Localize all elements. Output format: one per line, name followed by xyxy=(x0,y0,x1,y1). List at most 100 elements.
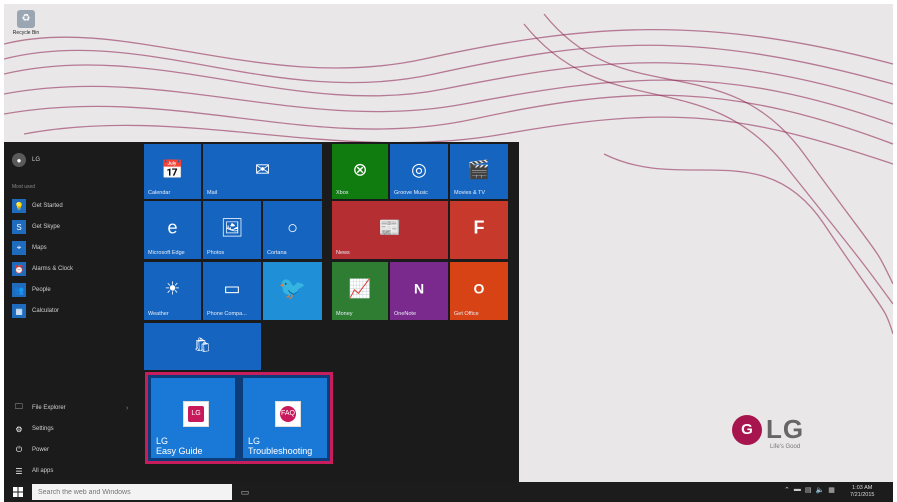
store-bag-icon: 🛍 xyxy=(193,336,212,353)
start-item-label: Get Started xyxy=(32,203,63,209)
lg-logo-text: LG xyxy=(766,414,805,444)
lg-troubleshooting-icon: FAQ xyxy=(275,401,301,427)
tile-label-line1: LG xyxy=(248,436,261,446)
lg-tiles-highlight: LG LG Easy Guide FAQ LG Troubleshooting xyxy=(145,372,333,464)
start-left-column: ● LG Most used 💡 Get Started S Get Skype… xyxy=(4,142,142,482)
start-item-get-skype[interactable]: S Get Skype xyxy=(12,219,60,235)
volume-icon[interactable]: 🔈 xyxy=(816,486,825,494)
start-item-label: Calculator xyxy=(32,308,60,314)
start-item-all-apps[interactable]: ☰ All apps xyxy=(12,463,53,479)
tile-xbox[interactable]: ⊗ Xbox xyxy=(332,144,388,199)
tile-cortana[interactable]: ○ Cortana xyxy=(263,201,322,259)
tile-twitter[interactable]: 🐦 xyxy=(263,262,322,320)
user-account[interactable]: ● LG xyxy=(12,152,40,168)
tile-get-office[interactable]: O Get Office xyxy=(450,262,508,320)
taskbar: ▭ ⌃ ▬ ▤ 🔈 ▦ 1:03 AM 7/21/2015 xyxy=(4,482,893,502)
lg-logo-mark-icon: G xyxy=(732,414,762,445)
battery-icon[interactable]: ▬ xyxy=(794,486,801,494)
tile-calendar[interactable]: 📅 Calendar xyxy=(144,144,201,199)
network-icon[interactable]: ▤ xyxy=(805,486,812,494)
clapperboard-icon: 🎬 xyxy=(467,159,491,180)
start-item-get-started[interactable]: 💡 Get Started xyxy=(12,198,63,214)
tile-label: Xbox xyxy=(336,190,349,196)
tile-label: News xyxy=(336,250,350,256)
lg-easy-guide-icon: LG xyxy=(183,401,209,427)
keyboard-icon[interactable]: ▦ xyxy=(828,486,835,494)
skype-icon: S xyxy=(12,220,26,234)
tile-mail[interactable]: ✉ Mail xyxy=(203,144,322,199)
tile-label-line2: Troubleshooting xyxy=(248,446,313,456)
tile-label: Cortana xyxy=(267,250,287,256)
start-item-label: Power xyxy=(32,447,50,453)
desktop-screen: ♻ Recycle Bin ● LG Most used 💡 Get Start… xyxy=(4,4,893,502)
lg-logo: G LG xyxy=(732,414,804,445)
weather-sun-icon: ☀ xyxy=(164,278,181,299)
start-item-label: File Explorer xyxy=(32,405,66,411)
tile-label-line1: LG xyxy=(156,436,169,446)
most-used-heading: Most used xyxy=(12,184,36,190)
tile-label: Microsoft Edge xyxy=(148,250,185,256)
tile-weather[interactable]: ☀ Weather xyxy=(144,262,201,320)
recycle-bin[interactable]: ♻ Recycle Bin xyxy=(8,10,44,36)
money-chart-icon: 📈 xyxy=(348,278,372,299)
cortana-icon: ○ xyxy=(287,217,298,238)
clock-time: 1:03 AM xyxy=(852,485,873,491)
tile-label: LG Easy Guide xyxy=(156,436,203,456)
tile-store[interactable]: 🛍 xyxy=(144,323,261,370)
tile-label: Phone Compa... xyxy=(207,311,247,317)
recycle-bin-label: Recycle Bin xyxy=(12,30,40,36)
start-item-label: All apps xyxy=(32,468,54,474)
alarm-icon: ⏰ xyxy=(12,262,26,276)
tile-movies-tv[interactable]: 🎬 Movies & TV xyxy=(450,144,508,199)
task-view-icon[interactable]: ▭ xyxy=(238,485,252,499)
start-item-alarms[interactable]: ⏰ Alarms & Clock xyxy=(12,261,73,277)
chevron-up-icon[interactable]: ⌃ xyxy=(784,486,790,494)
tile-label: Groove Music xyxy=(394,190,428,196)
tile-onenote[interactable]: N OneNote xyxy=(390,262,448,320)
photos-icon: 🖼 xyxy=(220,217,244,238)
clock-date: 7/21/2015 xyxy=(850,492,875,498)
start-item-people[interactable]: 👥 People xyxy=(12,282,51,298)
start-item-label: People xyxy=(32,287,51,293)
start-item-calculator[interactable]: ▦ Calculator xyxy=(12,303,59,319)
start-item-label: Maps xyxy=(32,245,47,251)
people-icon: 👥 xyxy=(12,283,26,297)
tile-phone-companion[interactable]: ▭ Phone Compa... xyxy=(203,262,261,320)
tile-news[interactable]: 📰 News xyxy=(332,201,448,259)
chevron-right-icon: › xyxy=(126,404,129,412)
tile-photos[interactable]: 🖼 Photos xyxy=(203,201,261,259)
maps-icon: ⌖ xyxy=(12,241,26,255)
tile-lg-troubleshooting[interactable]: FAQ LG Troubleshooting xyxy=(243,378,327,458)
tile-label: LG Troubleshooting xyxy=(248,436,312,456)
start-item-maps[interactable]: ⌖ Maps xyxy=(12,240,47,256)
start-item-label: Settings xyxy=(32,426,54,432)
tile-label: Photos xyxy=(207,250,225,256)
groove-music-icon: ◎ xyxy=(411,159,427,180)
tile-flipboard[interactable]: F xyxy=(450,201,508,259)
taskbar-clock[interactable]: 1:03 AM 7/21/2015 xyxy=(850,485,874,499)
news-icon: 📰 xyxy=(378,217,402,238)
start-item-settings[interactable]: ⚙ Settings xyxy=(12,421,54,437)
tile-label: Calendar xyxy=(148,190,171,196)
start-item-file-explorer[interactable]: 🗀 File Explorer › xyxy=(12,400,136,416)
tile-edge[interactable]: e Microsoft Edge xyxy=(144,201,201,259)
edge-icon: e xyxy=(167,217,178,238)
user-avatar-icon: ● xyxy=(12,153,26,167)
office-icon: O xyxy=(473,280,485,297)
taskbar-search-input[interactable] xyxy=(32,484,232,500)
gear-icon: ⚙ xyxy=(15,424,23,434)
tile-label: Money xyxy=(336,311,353,317)
tile-money[interactable]: 📈 Money xyxy=(332,262,388,320)
tile-label-line2: Easy Guide xyxy=(156,446,203,456)
lightbulb-icon: 💡 xyxy=(12,199,26,213)
tile-label: Movies & TV xyxy=(454,190,486,196)
start-item-label: Get Skype xyxy=(32,224,61,230)
windows-start-button[interactable] xyxy=(8,485,28,499)
tile-groove-music[interactable]: ◎ Groove Music xyxy=(390,144,448,199)
windows-logo-icon xyxy=(13,487,23,497)
system-tray: ⌃ ▬ ▤ 🔈 ▦ xyxy=(784,486,835,494)
mail-icon: ✉ xyxy=(254,159,271,180)
start-item-power[interactable]: ⏻ Power xyxy=(12,442,49,458)
tile-lg-easy-guide[interactable]: LG LG Easy Guide xyxy=(151,378,235,458)
onenote-icon: N xyxy=(413,280,425,297)
